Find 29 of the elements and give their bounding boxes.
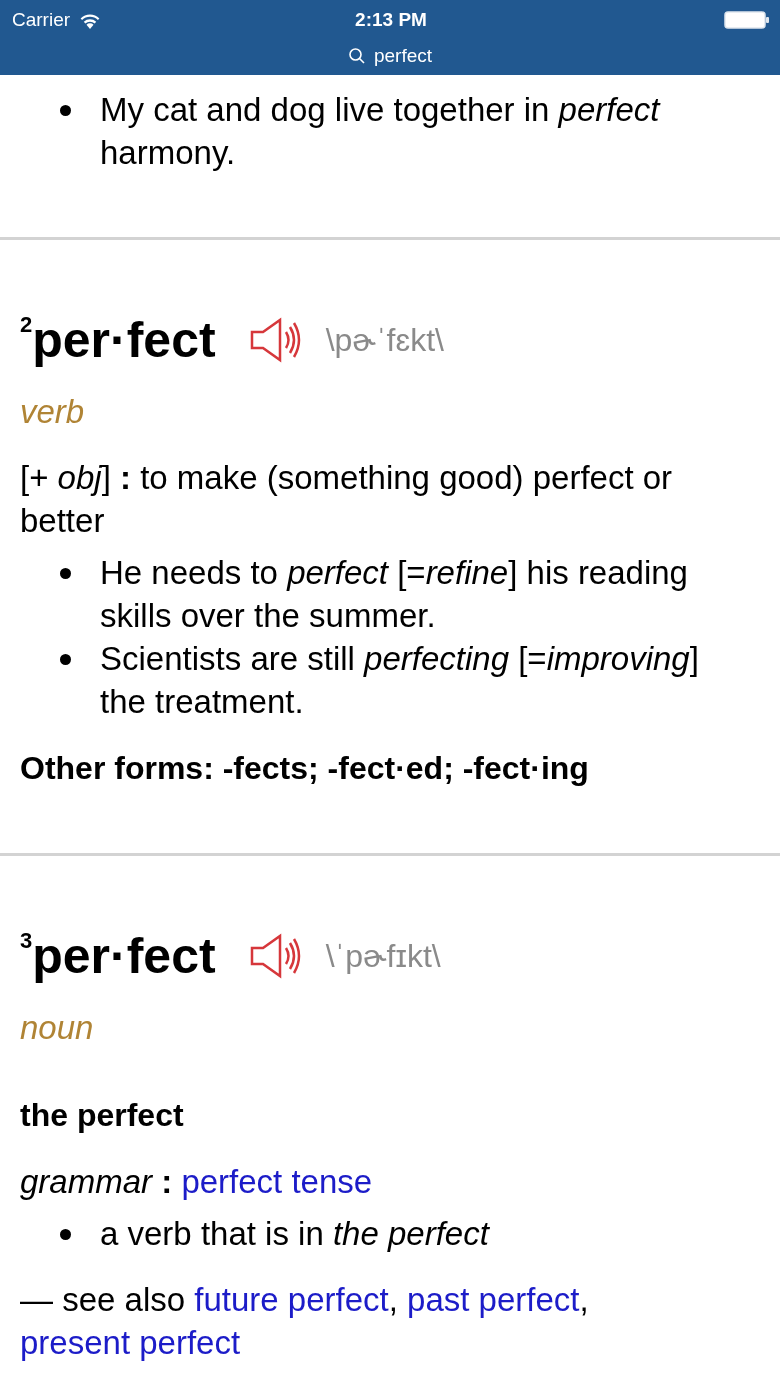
headword: per·fect	[32, 311, 216, 370]
see-also-line: — see also future perfect, past perfect, present perfect	[20, 1280, 590, 1363]
search-query[interactable]: perfect	[373, 45, 433, 67]
example-sentence: My cat and dog live together in perfect harmony.	[100, 90, 662, 173]
clock-time: 2:13 PM	[355, 9, 427, 31]
dictionary-link[interactable]: present perfect	[20, 1324, 241, 1361]
other-forms: Other forms: -fects; -fect·ed; -fect·ing	[20, 749, 590, 788]
battery-icon	[724, 11, 770, 29]
bullet-icon	[60, 105, 71, 116]
search-icon	[347, 47, 366, 65]
example-sentence: Scientists are still perfecting [=improving] the treatment.	[100, 639, 700, 722]
bullet-icon	[60, 568, 71, 579]
carrier-label: Carrier	[12, 9, 71, 31]
pronunciation: \pɚˈfɛkt\	[325, 321, 444, 359]
dictionary-link[interactable]: past perfect	[407, 1281, 580, 1318]
part-of-speech: noun	[20, 1008, 95, 1048]
bullet-icon	[60, 1229, 71, 1240]
dictionary-link[interactable]: perfect tense	[181, 1163, 373, 1200]
definition: grammar : perfect tense	[20, 1162, 374, 1202]
example-sentence: He needs to perfect [=refine] his reading skills over the summer.	[100, 553, 689, 636]
pronunciation: \ˈpɚfɪkt\	[325, 937, 441, 975]
part-of-speech: verb	[20, 392, 86, 432]
bullet-icon	[60, 654, 71, 665]
dictionary-link[interactable]: future perfect	[194, 1281, 389, 1318]
phrase-heading: the perfect	[20, 1096, 185, 1135]
headword: per·fect	[32, 927, 216, 986]
homograph-number: 2	[20, 312, 33, 337]
example-sentence: a verb that is in the perfect	[100, 1214, 489, 1254]
homograph-number: 3	[20, 928, 33, 953]
